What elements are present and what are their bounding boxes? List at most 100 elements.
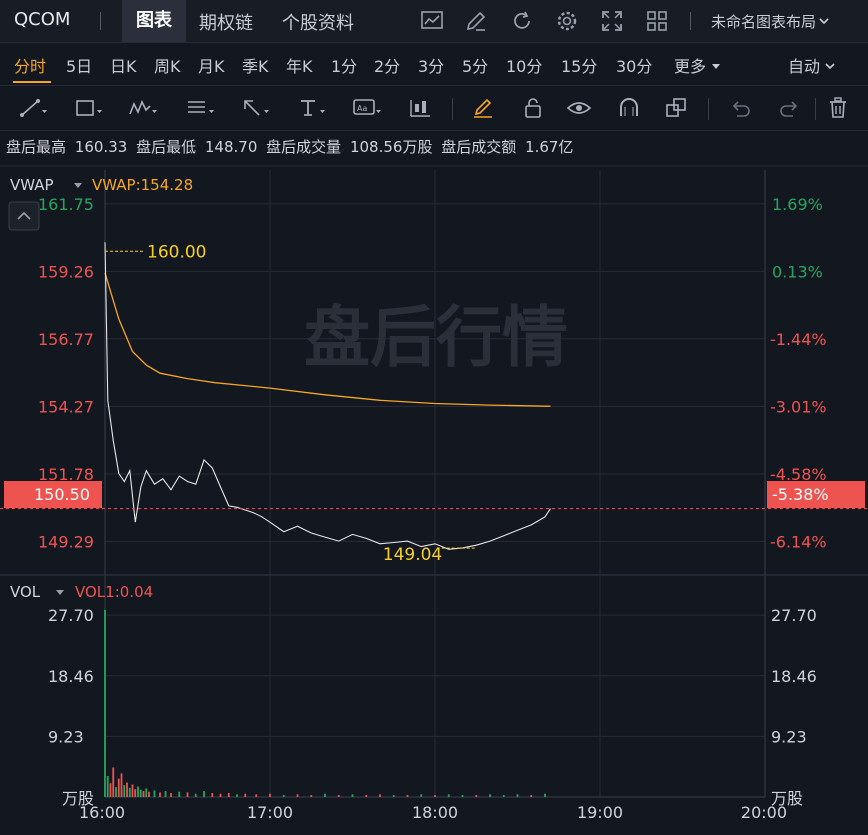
auto-label: 自动 [788,57,821,76]
volume-bar [123,785,126,797]
period-tab-1min[interactable]: 1分 [331,53,357,77]
tab-chart[interactable]: 图表 [122,0,186,42]
volume-bar [434,795,436,797]
divider [708,98,709,120]
label-tool-icon[interactable]: Aa [352,96,382,120]
trash-icon[interactable] [826,96,856,120]
lock-icon[interactable] [520,96,550,120]
rectangle-tool-icon[interactable] [73,96,103,120]
period-tab-weekly[interactable]: 周K [154,53,181,77]
price-axis-label: 159.26 [38,262,94,281]
tab-option-chain[interactable]: 期权链 [199,9,253,35]
fibonacci-tool-icon[interactable] [185,96,215,120]
indicator-name[interactable]: VWAP [10,176,54,194]
divider [815,98,816,120]
period-tab-yearly[interactable]: 年K [286,53,313,77]
volume-axis-label-right: 27.70 [771,606,817,625]
volume-bar [112,767,115,797]
redo-icon[interactable] [776,96,806,120]
period-tab-monthly[interactable]: 月K [198,53,225,77]
text-tool-icon[interactable] [296,96,326,120]
caret-down-icon [712,64,721,69]
divider [690,12,691,30]
vol-indicator-name[interactable]: VOL [10,583,41,601]
amount-value: 1.67亿 [525,138,574,156]
period-tab-10min[interactable]: 10分 [506,53,542,77]
time-axis-label: 17:00 [247,803,293,822]
indicator-caret-icon[interactable] [74,183,82,188]
duplicate-icon[interactable] [664,96,694,120]
period-more-button[interactable]: 更多 [674,53,722,77]
volume-bar [117,778,120,797]
period-tab-3min[interactable]: 3分 [418,53,444,77]
volume-bar [392,795,395,797]
vwap-line [104,272,551,407]
volume-bar [137,786,139,797]
period-tab-30min[interactable]: 30分 [616,53,652,77]
volume-bar [420,794,423,797]
period-tab-5min[interactable]: 5分 [462,53,488,77]
magnet-icon[interactable] [616,96,646,120]
volume-bar [447,794,450,797]
wave-tool-icon[interactable] [128,96,158,120]
refresh-icon[interactable] [510,9,534,33]
volume-bars [104,609,546,797]
collapse-button[interactable] [8,201,40,231]
low-annotation: 149.04 [383,545,442,565]
pen-icon[interactable] [464,9,488,33]
fullscreen-icon[interactable] [600,9,624,33]
top-bar: QCOM 图表 期权链 个股资料 未命名图表布局 [0,0,868,43]
volume-axis: 27.70 27.70 18.46 18.46 9.23 9.23 [48,606,817,746]
volume-bar [126,782,128,797]
settings-gear-icon[interactable] [555,9,579,33]
current-pct-label: -5.38% [772,485,829,504]
volume-bar [351,794,354,797]
arrow-tool-icon[interactable] [240,96,270,120]
chart-type-icon[interactable] [420,9,444,33]
undo-icon[interactable] [728,96,758,120]
vol-indicator-caret-icon[interactable] [56,590,64,595]
volume-bar [236,794,238,797]
price-line [104,242,551,550]
amount-label: 盘后成交额 [441,138,517,156]
percent-axis-label: 1.69% [772,195,823,214]
volume-bar [145,788,148,797]
volume-bar [164,791,167,797]
price-axis-label: 154.27 [38,397,94,416]
symbol-label[interactable]: QCOM [14,9,70,30]
price-axis-label: 149.29 [38,532,94,551]
volume-value: 108.56万股 [349,138,433,156]
volume-bar [365,795,368,797]
high-label: 盘后最高 [6,138,67,156]
brush-icon[interactable] [470,96,500,120]
candle-tool-icon[interactable] [408,96,438,120]
volume-bar [148,791,150,797]
auto-scale-selector[interactable]: 自动 [788,53,836,77]
percent-axis-label: -1.44% [770,330,827,349]
percent-axis-label: -6.14% [770,532,827,551]
eye-icon[interactable] [566,96,596,120]
percent-axis-label: 0.13% [772,262,823,281]
period-tab-5d[interactable]: 5日 [66,53,92,77]
volume-unit-right: 万股 [771,789,803,808]
volume-bar [530,795,533,797]
price-axis-label: 151.78 [38,465,94,484]
volume-bar [379,794,381,797]
line-tool-icon[interactable] [18,96,48,120]
period-tab-quarterly[interactable]: 季K [242,53,269,77]
period-tab-15min[interactable]: 15分 [561,53,597,77]
current-price-box [4,481,102,508]
percent-axis-label: -3.01% [770,397,827,416]
grid-layout-icon[interactable] [645,9,669,33]
chevron-down-icon [819,18,829,25]
period-tab-intraday[interactable]: 分时 [14,53,46,77]
volume-bar [109,783,112,797]
volume-bar [153,790,156,797]
tab-stock-profile[interactable]: 个股资料 [282,9,354,35]
volume-bar [115,787,117,797]
period-tab-daily[interactable]: 日K [110,53,137,77]
period-tab-2min[interactable]: 2分 [374,53,400,77]
layout-selector[interactable]: 未命名图表布局 [711,11,830,32]
active-tab-underline [13,81,51,83]
volume-bar [310,795,313,797]
